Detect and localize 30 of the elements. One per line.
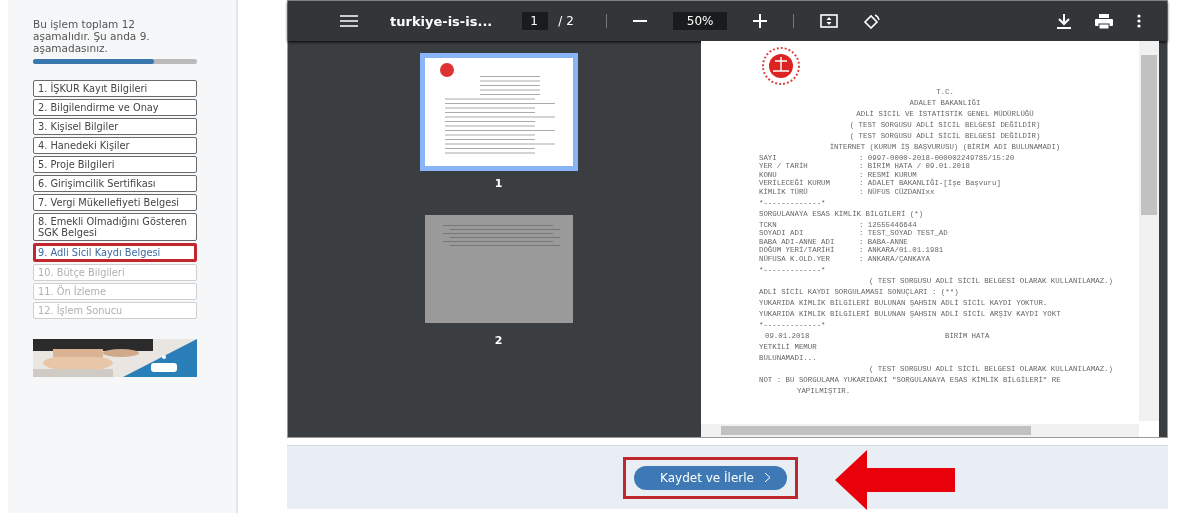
step-item[interactable]: 3. Kişisel Bilgiler (33, 118, 197, 135)
more-icon[interactable] (1137, 14, 1141, 28)
download-icon[interactable] (1057, 13, 1071, 29)
page-label: 2 (494, 334, 503, 347)
print-icon[interactable] (1095, 13, 1113, 29)
page-count: / 2 (558, 14, 574, 28)
menu-icon[interactable] (340, 15, 358, 27)
chevron-right-icon (763, 472, 771, 483)
step-item[interactable]: 1. İŞKUR Kayıt Bilgileri (33, 80, 197, 97)
page-label: 1 (494, 177, 503, 190)
fit-page-icon[interactable] (820, 14, 839, 28)
step-item[interactable]: 5. Proje Bilgileri (33, 156, 197, 173)
zoom-field[interactable]: 50% (672, 12, 728, 30)
file-name: turkiye-is-is... (390, 13, 493, 29)
save-continue-button[interactable]: Kaydet ve İlerle (634, 465, 787, 490)
arrow-icon (835, 450, 955, 510)
horizontal-scrollbar[interactable] (701, 424, 1139, 437)
zoom-in-icon[interactable] (753, 14, 768, 28)
vertical-scrollbar[interactable] (1139, 41, 1159, 421)
page-number-field[interactable]: 1 (522, 12, 549, 30)
progress-text: Bu işlem toplam 12 aşamalıdır. Şu anda 9. aşamadasınız. (33, 18, 151, 54)
seal-icon (759, 47, 803, 85)
step-item[interactable]: 9. Adli Sicil Kaydı Belgesi (33, 243, 197, 262)
rotate-icon[interactable] (862, 13, 881, 29)
step-item[interactable]: 6. Girişimcilik Sertifikası (33, 175, 197, 192)
step-item[interactable]: 2. Bilgilendirme ve Onay (33, 99, 197, 116)
page-thumbnail[interactable] (419, 53, 578, 171)
step-item[interactable]: 4. Hanedeki Kişiler (33, 137, 197, 154)
step-item[interactable]: 7. Vergi Mükellefiyeti Belgesi (33, 194, 197, 211)
step-item[interactable]: 8. Emekli Olmadığını Gösteren SGK Belgesi (33, 213, 197, 241)
